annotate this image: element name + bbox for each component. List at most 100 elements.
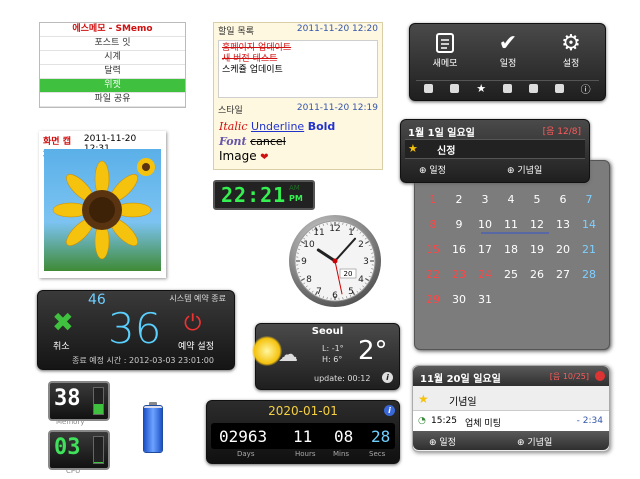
timer-count: 36: [108, 304, 162, 353]
svg-text:10: 10: [303, 240, 315, 250]
info-icon[interactable]: i: [382, 372, 393, 383]
cpu-value: 03: [54, 435, 81, 460]
cancel-label[interactable]: 취소: [53, 339, 70, 352]
popup-event[interactable]: 신정: [437, 142, 455, 157]
reserve-settings-label[interactable]: 예약 설정: [178, 339, 214, 352]
new-memo-button[interactable]: 새메모: [415, 30, 475, 69]
todo-line: 스케쥴 업데이트: [222, 65, 283, 75]
calendar-range-marker: [481, 232, 549, 234]
info-icon[interactable]: ⓘ: [581, 81, 591, 96]
toolbar-small-buttons: ★ ⓘ: [416, 80, 599, 96]
battery-icon: [143, 405, 163, 453]
svg-text:3: 3: [363, 257, 369, 267]
schedule-button[interactable]: ✔ 일정: [478, 30, 538, 70]
shutdown-timer-widget: 46 시스템 예약 종료 ✖ 취소 36 ⏻ 예약 설정 종료 예정 시간 : …: [37, 290, 235, 370]
event-lunar: [음 10/25]: [549, 372, 589, 381]
svg-text:4: 4: [358, 275, 364, 285]
svg-text:9: 9: [301, 257, 307, 267]
menu-item-postit[interactable]: 포스트 잇: [40, 37, 185, 51]
note-icon[interactable]: [450, 83, 460, 93]
underline-text: Underline: [251, 120, 305, 133]
event-schedule-button[interactable]: ⊕ 일정: [429, 435, 456, 448]
style-title: 스타일: [218, 106, 243, 116]
memory-gauge[interactable]: 38: [48, 381, 110, 421]
cpu-bar: [93, 436, 104, 464]
settings-label: 설정: [562, 59, 580, 69]
memory-bar: [93, 387, 104, 415]
style-header: 스타일 2011-11-20 12:19: [214, 102, 382, 117]
am-indicator: AM: [289, 184, 300, 192]
check-icon: ✔: [498, 30, 518, 56]
digital-clock-time: 22:21: [221, 183, 287, 207]
digital-clock[interactable]: 22:21 AM PM: [213, 180, 315, 210]
settings-button[interactable]: ⚙ 설정: [541, 30, 601, 70]
event-schedule-label: 일정: [439, 438, 456, 448]
todo-title: 할일 목록: [218, 27, 254, 37]
power-icon[interactable]: ⏻: [184, 311, 201, 336]
cpu-gauge[interactable]: 03: [48, 430, 110, 470]
menu-item-file-share[interactable]: 파일 공유: [40, 93, 185, 107]
schedule-label: 일정: [499, 59, 517, 69]
countdown-date: 2020-01-01: [268, 404, 338, 418]
capture-note[interactable]: 화면 캡쳐 2011-11-20 12:31: [39, 131, 166, 278]
todo-date: 2011-11-20 12:20: [296, 24, 378, 34]
clock-icon: ◔: [418, 416, 426, 426]
new-memo-label: 새메모: [432, 59, 458, 69]
memory-label: Memory: [56, 418, 85, 426]
timer-title: 시스템 예약 종료: [169, 294, 226, 303]
cancel-text: cancel: [250, 135, 286, 148]
star-icon: ★: [418, 392, 429, 406]
analog-clock[interactable]: 12 3 6 9 12 45 7 8 10 11 20: [288, 214, 382, 308]
menu-item-clock[interactable]: 시계: [40, 51, 185, 65]
event-widget: 11월 20일 일요일 [음 10/25] ★ 기념일 ◔ 15:25 업체 미…: [412, 365, 610, 452]
font-text: Font: [219, 135, 247, 148]
pm-indicator: PM: [289, 194, 303, 203]
style-sample[interactable]: Italic Underline Bold Font cancel Image …: [214, 117, 382, 167]
calendar-popup: 1월 1일 일요일 [음 12/8] ★ 신정 ⊕ 일정 ⊕ 기념일: [400, 119, 590, 183]
image-text: Image: [219, 149, 257, 163]
popup-schedule-button[interactable]: ⊕ 일정: [419, 163, 446, 176]
window-icon[interactable]: [554, 83, 564, 93]
star-icon[interactable]: ★: [476, 82, 486, 95]
sunflower-image: [44, 149, 161, 271]
label-days: Days: [237, 450, 255, 458]
menu-item-calendar[interactable]: 달력: [40, 65, 185, 79]
svg-text:5: 5: [348, 287, 354, 297]
toolbar-widget: 새메모 ✔ 일정 ⚙ 설정 ★ ⓘ: [409, 23, 606, 101]
battery-widget[interactable]: [143, 402, 163, 454]
event-item[interactable]: ◔ 15:25 업체 미팅 - 2:34: [413, 410, 609, 432]
svg-text:1: 1: [348, 228, 354, 238]
close-icon[interactable]: [595, 371, 605, 381]
label-secs: Secs: [369, 450, 386, 458]
svg-text:2: 2: [358, 240, 364, 250]
svg-text:7: 7: [316, 287, 322, 297]
heart-icon: ❤: [260, 152, 269, 163]
event-date: 11월 20일 일요일: [420, 374, 501, 385]
weather-update: update: 00:12: [314, 374, 371, 383]
memo-icon: [436, 33, 454, 53]
copy-icon[interactable]: [424, 83, 434, 93]
svg-text:11: 11: [313, 228, 324, 238]
event-anniv-button[interactable]: ⊕ 기념일: [517, 435, 552, 448]
svg-text:8: 8: [306, 275, 312, 285]
event-time: 15:25: [431, 416, 457, 426]
memory-value: 38: [54, 386, 81, 411]
cancel-x-icon[interactable]: ✖: [52, 308, 74, 338]
document-icon[interactable]: [502, 83, 512, 93]
end-time: 종료 예정 시간 : 2012-03-03 23:01:00: [72, 356, 214, 365]
folder-icon[interactable]: [528, 83, 538, 93]
popup-anniv-button[interactable]: ⊕ 기념일: [507, 163, 542, 176]
cpu-label: CPU: [66, 467, 81, 475]
info-icon[interactable]: i: [384, 405, 395, 416]
menu-item-widget[interactable]: 위젯: [40, 79, 185, 93]
todo-box[interactable]: 홈페이지 업데이트 새 버전 테스트 스케쥴 업데이트: [218, 40, 378, 98]
countdown-mins: 08: [334, 427, 354, 446]
timer-small-number: 46: [88, 292, 106, 308]
main-menu: 에스메모 - SMemo 포스트 잇 시계 달력 위젯 파일 공유: [39, 22, 186, 108]
countdown-widget: 2020-01-01 i 02963 11 08 28 Days Hours M…: [206, 400, 400, 464]
italic-text: Italic: [219, 120, 248, 133]
weather-high: H: 6°: [322, 355, 343, 364]
event-title[interactable]: 기념일: [449, 393, 477, 408]
menu-item-smemo[interactable]: 에스메모 - SMemo: [40, 23, 185, 37]
event-anniv-label: 기념일: [527, 438, 553, 448]
